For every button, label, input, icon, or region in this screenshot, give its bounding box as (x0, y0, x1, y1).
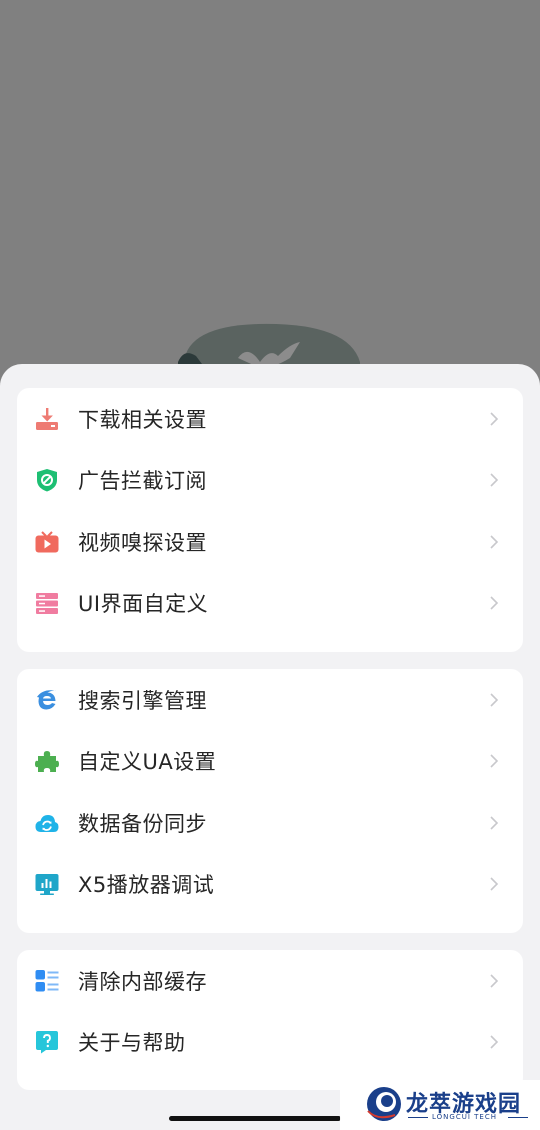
chevron-right-icon (490, 535, 499, 549)
menu-item-ad-block[interactable]: 广告拦截订阅 (17, 450, 523, 512)
settings-card-group-1: 下载相关设置 广告拦截订阅 视频嗅探设置 UI界面自定义 (17, 388, 523, 652)
chevron-right-icon (490, 974, 499, 988)
menu-item-download-settings[interactable]: 下载相关设置 (17, 388, 523, 450)
settings-card-group-2: 搜索引擎管理 自定义UA设置 数据备份同步 X5播放器调试 (17, 669, 523, 933)
cloud-sync-icon (35, 814, 59, 832)
home-indicator (169, 1116, 341, 1121)
settings-bottom-sheet: 下载相关设置 广告拦截订阅 视频嗅探设置 UI界面自定义 搜索引擎管理 自定义U… (0, 364, 540, 1130)
chevron-right-icon (490, 1035, 499, 1049)
chevron-right-icon (490, 473, 499, 487)
ad-block-shield-icon (37, 469, 57, 492)
menu-item-video-sniffing[interactable]: 视频嗅探设置 (17, 511, 523, 573)
puzzle-piece-icon (35, 751, 59, 773)
video-tv-icon (35, 531, 59, 553)
chevron-right-icon (490, 754, 499, 768)
menu-item-clear-cache[interactable]: 清除内部缓存 (17, 950, 523, 1012)
watermark: 龙萃游戏园 LONGCUI TECH (340, 1080, 540, 1130)
search-engine-e-icon (37, 690, 57, 710)
clear-cache-list-icon (35, 969, 59, 992)
menu-item-label: 下载相关设置 (78, 407, 207, 432)
watermark-subtitle: LONGCUI TECH (432, 1113, 497, 1121)
menu-item-label: UI界面自定义 (78, 592, 209, 617)
menu-item-label: 视频嗅探设置 (78, 530, 207, 555)
menu-item-data-backup[interactable]: 数据备份同步 (17, 792, 523, 854)
download-icon (36, 407, 58, 430)
chevron-right-icon (490, 877, 499, 891)
menu-item-label: 清除内部缓存 (78, 969, 207, 994)
chevron-right-icon (490, 693, 499, 707)
menu-item-label: 搜索引擎管理 (78, 688, 207, 713)
watermark-logo (367, 1087, 401, 1121)
menu-item-ui-customize[interactable]: UI界面自定义 (17, 573, 523, 635)
player-monitor-icon (35, 874, 59, 896)
help-question-icon (36, 1031, 58, 1054)
menu-item-label: 数据备份同步 (78, 811, 207, 836)
chevron-right-icon (490, 596, 499, 610)
menu-item-about-help[interactable]: 关于与帮助 (17, 1012, 523, 1074)
watermark-divider (508, 1117, 528, 1118)
chevron-right-icon (490, 412, 499, 426)
menu-item-custom-ua[interactable]: 自定义UA设置 (17, 731, 523, 793)
chevron-right-icon (490, 816, 499, 830)
ui-layout-icon (36, 593, 58, 615)
menu-item-label: 自定义UA设置 (78, 750, 217, 775)
menu-item-label: 广告拦截订阅 (78, 469, 207, 494)
settings-card-group-3: 清除内部缓存 关于与帮助 (17, 950, 523, 1090)
menu-item-x5-player-debug[interactable]: X5播放器调试 (17, 854, 523, 916)
menu-item-label: X5播放器调试 (78, 873, 215, 898)
menu-item-search-engine[interactable]: 搜索引擎管理 (17, 669, 523, 731)
watermark-divider (408, 1117, 428, 1118)
menu-item-label: 关于与帮助 (78, 1031, 186, 1056)
